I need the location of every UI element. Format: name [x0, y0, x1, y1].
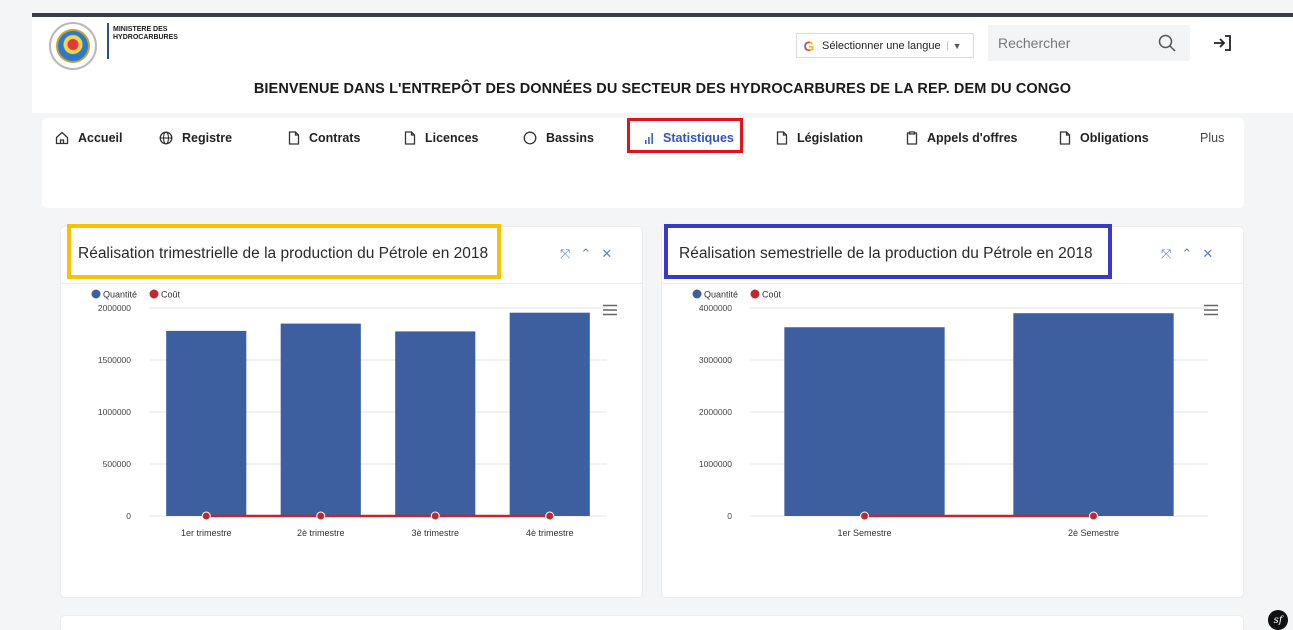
point-cout — [430, 511, 440, 521]
highlight-box-title — [664, 224, 1112, 279]
symfony-debug-icon[interactable]: sf — [1268, 610, 1288, 630]
legend-marker — [149, 289, 159, 299]
nav-item-accueil[interactable]: Accueil — [55, 131, 122, 145]
circle-icon — [523, 131, 537, 145]
login-icon[interactable] — [1212, 34, 1232, 52]
nav-item-plus[interactable]: Plus — [1200, 131, 1224, 145]
point-cout — [201, 511, 211, 521]
nav-label: Contrats — [309, 131, 361, 145]
nav-label: Plus — [1200, 131, 1225, 145]
y-tick-label: 500000 — [103, 459, 132, 469]
x-tick-label: 3è trimestre — [411, 528, 459, 538]
document-icon — [288, 131, 300, 145]
header: MINISTERE DES HYDROCARBURES G Sélectionn… — [32, 17, 1293, 113]
nav-item-bassins[interactable]: Bassins — [523, 131, 594, 145]
y-tick-label: 1000000 — [98, 407, 131, 417]
legend-label: Coût — [762, 290, 782, 300]
bar-quantite — [1013, 313, 1174, 516]
card-tools: ⤧ ⌃ ✕ — [1161, 246, 1213, 262]
home-icon — [55, 131, 69, 145]
y-tick-label: 1500000 — [98, 355, 131, 365]
bar-quantite — [784, 327, 945, 516]
card-tools: ⤧ ⌃ ✕ — [560, 246, 612, 262]
y-tick-label: 1000000 — [699, 459, 732, 469]
language-selector[interactable]: G Sélectionner une langue ▼ — [796, 33, 974, 58]
x-tick-label: 2è Semestre — [1068, 528, 1119, 538]
y-tick-label: 2000000 — [699, 407, 732, 417]
y-tick-label: 0 — [126, 511, 131, 521]
nav-item-licences[interactable]: Licences — [404, 131, 479, 145]
ministry-name-line2: HYDROCARBURES — [113, 34, 178, 41]
close-icon[interactable]: ✕ — [1202, 246, 1213, 262]
nav-item-appels-doffres[interactable]: Appels d'offres — [906, 131, 1018, 145]
nav-label: Législation — [797, 131, 863, 145]
x-tick-label: 4è trimestre — [526, 528, 574, 538]
point-cout — [316, 511, 326, 521]
next-card — [60, 615, 1244, 630]
chart-card-trimestrielle: Réalisation trimestrielle de la producti… — [60, 224, 643, 598]
navigation-card: Accueil Registre Contrats Licences Bassi… — [42, 118, 1244, 208]
highlight-box-statistiques — [627, 118, 743, 153]
logo-divider — [107, 23, 109, 59]
semester-production-chart: Quantité Coût 0 1000000 2000000 3000000 400000… — [692, 289, 1208, 538]
document-icon — [1059, 131, 1071, 145]
legend-marker — [91, 289, 101, 299]
ministry-name-line1: MINISTERE DES — [113, 26, 168, 33]
ministry-seal-logo[interactable] — [49, 22, 97, 70]
language-selector-label: Sélectionner une langue — [822, 39, 941, 52]
search-input[interactable] — [998, 31, 1148, 55]
y-tick-label: 0 — [727, 511, 732, 521]
x-tick-label: 1er Semestre — [837, 528, 891, 538]
ministry-name: MINISTERE DES HYDROCARBURES — [113, 26, 203, 42]
point-cout — [1089, 511, 1098, 521]
x-tick-label: 1er trimestre — [181, 528, 232, 538]
search-box — [988, 25, 1190, 61]
document-icon — [776, 131, 788, 145]
bar-quantite — [280, 323, 361, 516]
nav-item-registre[interactable]: Registre — [159, 131, 232, 145]
bar-quantite — [509, 312, 590, 516]
nav-label: Bassins — [546, 131, 594, 145]
expand-icon[interactable]: ⤧ — [1161, 246, 1171, 262]
point-cout — [860, 511, 869, 521]
chart-card-semestrielle: Réalisation semestrielle de la productio… — [661, 224, 1244, 598]
collapse-icon[interactable]: ⌃ — [580, 246, 591, 262]
quarterly-production-chart: Quantité Coût 0 500000 1000000 1500000 2000000… — [91, 289, 607, 538]
legend-marker — [750, 289, 760, 299]
dropdown-arrow-icon: ▼ — [946, 40, 962, 51]
nav-item-contrats[interactable]: Contrats — [288, 131, 360, 145]
y-tick-label: 3000000 — [699, 355, 732, 365]
nav-item-obligations[interactable]: Obligations — [1059, 131, 1149, 145]
close-icon[interactable]: ✕ — [601, 246, 612, 262]
nav-label: Licences — [425, 131, 479, 145]
globe-icon — [159, 131, 173, 145]
nav-label: Appels d'offres — [927, 131, 1018, 145]
expand-icon[interactable]: ⤧ — [560, 246, 570, 262]
nav-item-legislation[interactable]: Législation — [776, 131, 863, 145]
clipboard-icon — [906, 131, 918, 145]
document-icon — [404, 131, 416, 145]
nav-label: Registre — [182, 131, 233, 145]
google-icon: G — [800, 38, 818, 54]
highlight-box-title — [67, 224, 501, 279]
search-icon[interactable] — [1158, 34, 1176, 52]
y-tick-label: 4000000 — [699, 303, 732, 313]
legend-label: Coût — [161, 290, 181, 300]
bar-quantite — [395, 331, 476, 516]
point-cout — [545, 511, 555, 521]
bar-quantite — [166, 330, 247, 516]
nav-label: Accueil — [78, 131, 123, 145]
y-tick-label: 2000000 — [98, 303, 131, 313]
welcome-banner: BIENVENUE DANS L'ENTREPÔT DES DONNÉES DU… — [253, 81, 1072, 97]
collapse-icon[interactable]: ⌃ — [1181, 246, 1192, 262]
x-tick-label: 2è trimestre — [297, 528, 345, 538]
legend-label: Quantité — [704, 290, 738, 300]
legend-marker — [692, 289, 702, 299]
legend-label: Quantité — [103, 290, 137, 300]
nav-label: Obligations — [1080, 131, 1149, 145]
